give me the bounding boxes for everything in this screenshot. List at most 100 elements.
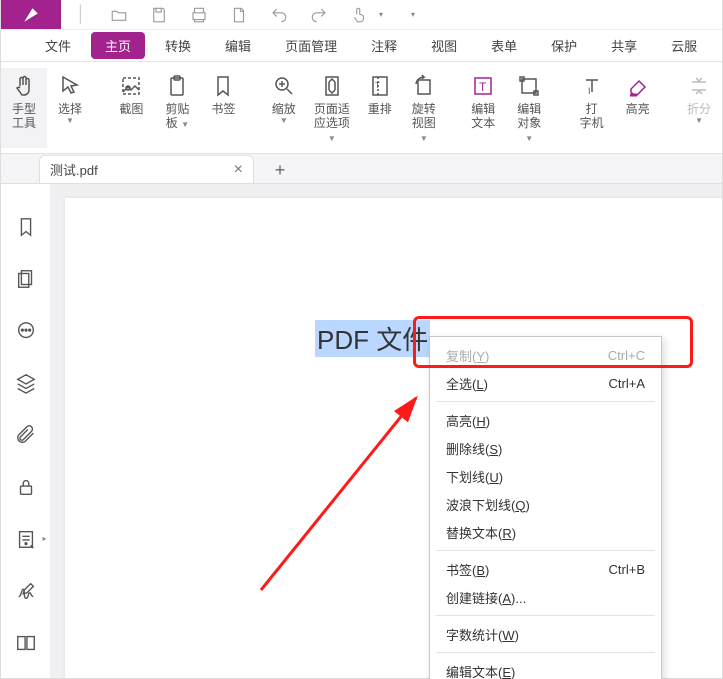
fields-panel[interactable]: ▸ [15, 528, 37, 550]
dropdown-caret-icon: ▼ [66, 114, 74, 128]
context-menu-删除线[interactable]: 删除线(S) [430, 434, 661, 462]
context-menu-创建链接[interactable]: 创建链接(A)... [430, 583, 661, 611]
app-logo [1, 0, 61, 29]
bookmark-icon [15, 216, 37, 238]
context-menu: 复制(Y)Ctrl+C全选(L)Ctrl+A高亮(H)删除线(S)下划线(U)波… [429, 336, 662, 679]
menu-tab-表单[interactable]: 表单 [477, 32, 531, 59]
sign-icon [15, 580, 37, 602]
pages-panel[interactable] [15, 268, 37, 290]
bookmarks-panel[interactable] [15, 216, 37, 238]
layers-icon [15, 372, 37, 394]
pen-nib-icon [22, 6, 40, 24]
cursor-icon [55, 72, 85, 100]
document-tab[interactable]: 测试.pdf × [39, 155, 254, 183]
add-tab-button[interactable]: + [268, 160, 292, 183]
context-menu-separator [436, 652, 655, 653]
menu-tab-云服[interactable]: 云服 [657, 32, 711, 59]
attach-icon [15, 424, 37, 446]
menu-tab-注释[interactable]: 注释 [357, 32, 411, 59]
edittext-icon: T [468, 72, 498, 100]
clip-icon [162, 72, 192, 100]
context-menu-label: 创建链接(A)... [446, 588, 526, 607]
ribbon-label2: 板 ▼ [166, 116, 189, 132]
ribbon-zoom[interactable]: 缩放▼ [262, 68, 306, 148]
context-menu-全选[interactable]: 全选(L)Ctrl+A [430, 369, 661, 397]
menu-tab-页面管理[interactable]: 页面管理 [271, 32, 351, 59]
ribbon-select[interactable]: 选择▼ [47, 68, 93, 148]
ribbon-rotate-view[interactable]: 旋转视图 ▼ [402, 68, 446, 148]
svg-text:T: T [479, 80, 487, 94]
ribbon-label: 手型 [12, 102, 36, 116]
context-menu-label: 下划线(U) [446, 467, 503, 486]
menu-tab-文件[interactable]: 文件 [31, 32, 85, 59]
context-menu-高亮[interactable]: 高亮(H) [430, 406, 661, 434]
context-menu-label: 复制(Y) [446, 346, 489, 365]
ribbon-highlight[interactable]: 高亮 [615, 68, 661, 148]
ribbon-screenshot[interactable]: 截图 [108, 68, 154, 148]
context-menu-字数统计[interactable]: 字数统计(W) [430, 620, 661, 648]
title-bar: │ ▾ ▾ [1, 0, 722, 30]
menu-tab-主页[interactable]: 主页 [91, 32, 145, 59]
redo-icon[interactable] [309, 5, 329, 25]
ribbon-hand-tool[interactable]: 手型工具 [1, 68, 47, 148]
ribbon-reflow[interactable]: T重排 [358, 68, 402, 148]
context-menu-label: 字数统计(W) [446, 625, 519, 644]
qat-customize-icon[interactable]: ▾ [411, 10, 415, 19]
context-menu-separator [436, 401, 655, 402]
security-panel[interactable] [15, 476, 37, 498]
close-tab-icon[interactable]: × [234, 161, 243, 179]
rotate-icon [409, 72, 439, 100]
ribbon-label: 旋转 [412, 102, 436, 116]
zoom-icon [269, 72, 299, 100]
menu-tab-视图[interactable]: 视图 [417, 32, 471, 59]
undo-icon[interactable] [269, 5, 289, 25]
save-icon[interactable] [149, 5, 169, 25]
ribbon-edit-text[interactable]: T编辑文本 [461, 68, 505, 148]
ribbon-label2: 对象 ▼ [513, 116, 545, 146]
layers-panel[interactable] [15, 372, 37, 394]
ribbon-collapse[interactable]: 折分▼ [676, 68, 722, 148]
pagefit-icon [317, 72, 347, 100]
ribbon-typewriter[interactable]: I打字机 [569, 68, 615, 148]
ribbon-toolbar: 手型工具选择▼截图剪贴板 ▼书签缩放▼页面适应选项 ▼T重排旋转视图 ▼T编辑文… [1, 62, 722, 154]
signatures-panel[interactable] [15, 580, 37, 602]
ribbon-page-fit[interactable]: 页面适应选项 ▼ [306, 68, 358, 148]
lock-icon [15, 476, 37, 498]
comments-panel[interactable] [15, 320, 37, 342]
context-menu-label: 高亮(H) [446, 411, 490, 430]
hand-icon [9, 72, 39, 100]
newdoc-icon[interactable] [229, 5, 249, 25]
context-menu-波浪下划线[interactable]: 波浪下划线(Q) [430, 490, 661, 518]
compare-panel[interactable] [15, 632, 37, 654]
ribbon-clipboard[interactable]: 剪贴板 ▼ [154, 68, 200, 148]
context-menu-label: 波浪下划线(Q) [446, 495, 530, 514]
ribbon-label: 页面适 [314, 102, 350, 116]
menu-tab-保护[interactable]: 保护 [537, 32, 591, 59]
qat-more-icon[interactable]: ▾ [379, 10, 383, 19]
ribbon-label: 剪贴 [165, 102, 189, 116]
dropdown-caret-icon: ▼ [695, 114, 703, 128]
ribbon-label2: 视图 ▼ [410, 116, 438, 146]
menu-tab-转换[interactable]: 转换 [151, 32, 205, 59]
touch-icon[interactable] [349, 5, 369, 25]
context-menu-编辑文本[interactable]: 编辑文本(E) [430, 657, 661, 679]
context-menu-下划线[interactable]: 下划线(U) [430, 462, 661, 490]
attachments-panel[interactable] [15, 424, 37, 446]
open-icon[interactable] [109, 5, 129, 25]
selected-text[interactable]: PDF 文件 [315, 320, 430, 357]
collapse-icon [684, 72, 714, 100]
context-menu-替换文本[interactable]: 替换文本(R) [430, 518, 661, 546]
ribbon-edit-object[interactable]: 编辑对象 ▼ [505, 68, 553, 148]
side-panel: ▸ [1, 184, 51, 678]
ribbon-label2: 应选项 ▼ [314, 116, 350, 146]
context-menu-书签[interactable]: 书签(B)Ctrl+B [430, 555, 661, 583]
menu-tab-共享[interactable]: 共享 [597, 32, 651, 59]
print-icon[interactable] [189, 5, 209, 25]
type-icon: I [577, 72, 607, 100]
context-menu-label: 全选(L) [446, 374, 488, 393]
document-tab-strip: 测试.pdf × + [1, 154, 722, 184]
field-icon [15, 528, 37, 550]
ribbon-label: 编辑 [471, 102, 495, 116]
ribbon-bookmark[interactable]: 书签 [200, 68, 246, 148]
menu-tab-编辑[interactable]: 编辑 [211, 32, 265, 59]
